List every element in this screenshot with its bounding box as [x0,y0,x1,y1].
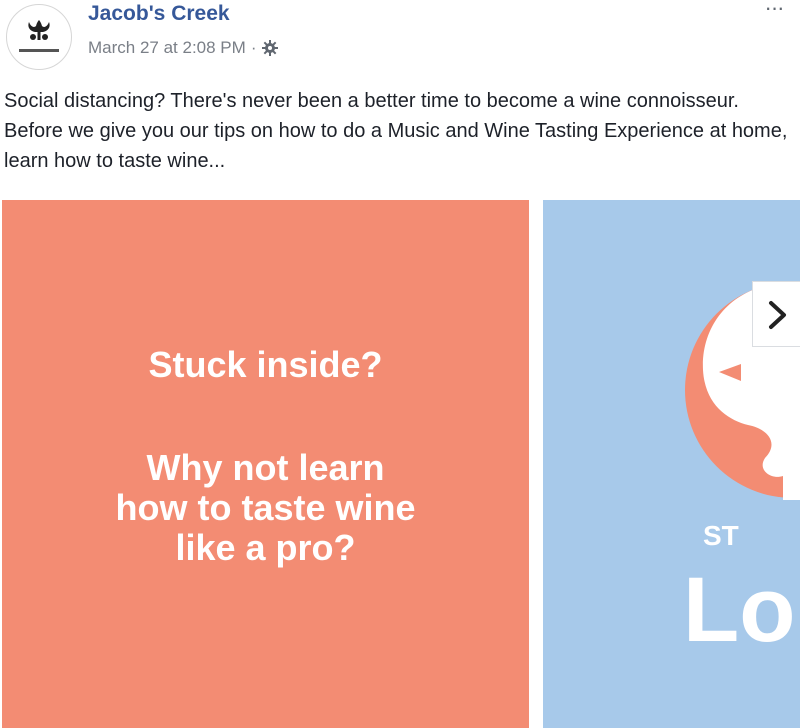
card-2-small-text: ST [703,520,739,551]
facebook-post: Jacob's Creek March 27 at 2:08 PM · ··· [0,0,800,728]
jacobs-creek-logo-icon [19,20,59,52]
meta-separator: · [250,38,257,57]
card-1-line-4: like a pro? [175,527,356,568]
post-header: Jacob's Creek March 27 at 2:08 PM · ··· [0,0,800,72]
post-timestamp[interactable]: March 27 at 2:08 PM [88,38,246,58]
post-meta: March 27 at 2:08 PM · [88,36,279,60]
gear-icon[interactable] [261,39,279,57]
card-1-line-3: how to taste wine [115,487,416,528]
post-text: Social distancing? There's never been a … [4,90,788,172]
chevron-right-icon [769,301,786,329]
page-avatar[interactable] [6,4,72,70]
card-2-big-text: Lo [683,559,796,661]
card-1-line-2: Why not learn [146,447,385,488]
page-name-link[interactable]: Jacob's Creek [88,2,230,26]
carousel-card-2[interactable]: ST Lo [543,200,800,728]
card-1-heading: Stuck inside? [148,344,383,385]
more-options-button[interactable]: ··· [756,0,792,24]
carousel-card-1[interactable]: Stuck inside? Why not learn how to taste… [2,200,529,728]
image-carousel: Stuck inside? Why not learn how to taste… [0,200,800,728]
carousel-next-button[interactable] [752,281,800,347]
